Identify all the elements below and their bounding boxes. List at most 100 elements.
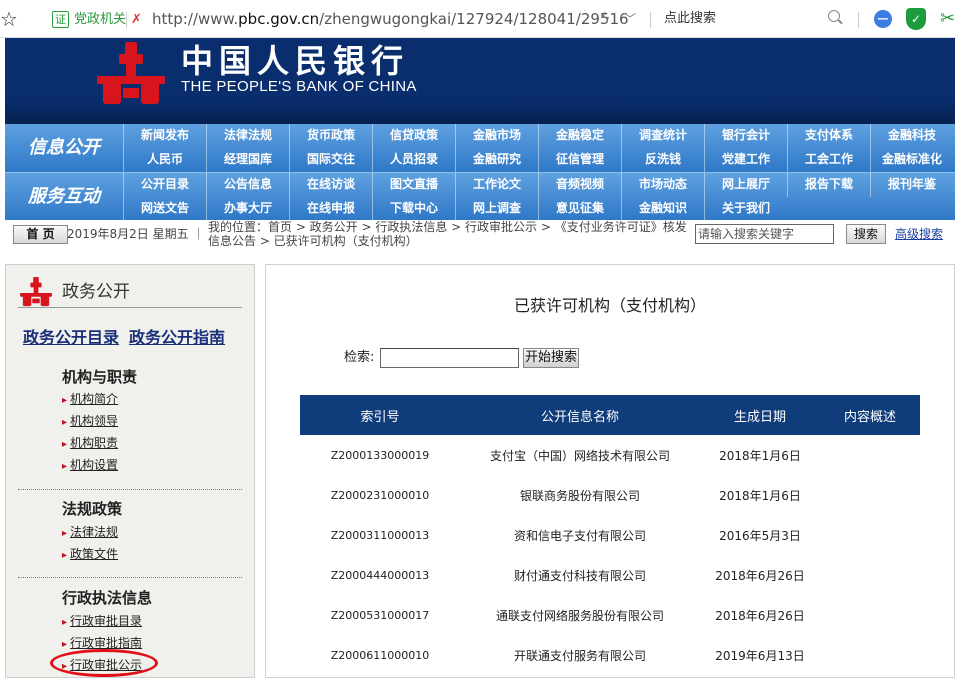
divider [858,12,859,28]
lightning-icon[interactable]: ϟ [601,9,610,29]
nav-item[interactable]: 征信管理 [538,148,621,172]
nav-item[interactable]: 公开目录 [123,173,206,197]
page-title: 已获许可机构（支付机构） [513,296,706,315]
highlight-circle [50,649,158,677]
nav-item[interactable]: 人民币 [123,148,206,172]
guide-link[interactable]: 政务公开指南 [129,328,225,347]
start-search-button[interactable]: 开始搜索 [523,348,579,368]
sidebar-link[interactable]: 机构简介 [62,391,118,409]
table-row[interactable]: Z2000611000010 开联通支付服务有限公司 2019年6月13日 [300,635,920,675]
nav-item[interactable]: 新闻发布 [123,124,206,148]
nav-item[interactable]: 公告信息 [206,173,289,197]
nav-item[interactable]: 意见征集 [538,197,621,221]
nav-item[interactable]: 金融稳定 [538,124,621,148]
zone-badge-icon: 证 [52,11,69,28]
name-cell[interactable]: 支付宝（中国）网络技术有限公司 [460,435,700,475]
nav-item[interactable]: 银行会计 [704,124,787,148]
nav-item[interactable]: 报刊年鉴 [870,173,953,197]
nav-item[interactable]: 在线申报 [289,197,372,221]
results-table: 索引号 公开信息名称 生成日期 内容概述 Z2000133000019 支付宝（… [300,395,920,675]
table-row[interactable]: Z2000311000013 资和信电子支付有限公司 2016年5月3日 [300,515,920,555]
site-search-button[interactable]: 搜索 [846,224,886,244]
sidebar-link[interactable]: 法律法规 [62,524,118,542]
site-search-input[interactable]: 请输入搜索关键字 [695,224,834,244]
nav-item[interactable]: 金融市场 [455,124,538,148]
sidebar-link[interactable]: 行政审批目录 [62,613,142,631]
nav-grid: 新闻发布 法律法规 货币政策 信贷政策 金融市场 金融稳定 调查统计 银行会计 … [123,124,955,172]
sidebar-link[interactable]: 机构设置 [62,457,118,475]
date-cell: 2016年5月3日 [719,528,801,543]
nav-item[interactable]: 关于我们 [704,197,787,221]
nav-item[interactable]: 金融知识 [621,197,704,221]
name-cell[interactable]: 财付通支付科技有限公司 [460,555,700,595]
table-row[interactable]: Z2000231000010 银联商务股份有限公司 2018年1月6日 [300,475,920,515]
nav-item[interactable]: 支付体系 [787,124,870,148]
nav-item[interactable]: 国际交往 [289,148,372,172]
nav-item[interactable]: 法律法规 [206,124,289,148]
nav-item[interactable]: 下载中心 [372,197,455,221]
nav-item[interactable]: 货币政策 [289,124,372,148]
nav-item[interactable]: 图文直播 [372,173,455,197]
url-field[interactable]: http://www.pbc.gov.cn/zhengwugongkai/127… [152,8,629,30]
date-cell: 2018年6月26日 [715,608,805,623]
bookmark-star-icon[interactable]: ☆ [0,8,18,30]
main-content: 已获许可机构（支付机构） 检索: 开始搜索 索引号 公开信息名称 生成日期 内容… [265,264,955,678]
section-heading: 法规政策 [62,500,123,518]
nav-item[interactable]: 人员招录 [372,148,455,172]
nav-item[interactable]: 办事大厅 [206,197,289,221]
search-icon[interactable] [828,10,840,22]
nav-category-info[interactable]: 信息公开 [5,124,123,172]
name-cell[interactable]: 资和信电子支付有限公司 [460,515,700,555]
zone-label: 党政机关 [74,12,127,27]
name-cell[interactable]: 银联商务股份有限公司 [460,475,700,515]
nav-category-service[interactable]: 服务互动 [5,173,123,221]
browser-search-box[interactable]: 点此搜索 [664,9,716,29]
left-sidebar: 政务公开 政务公开目录政务公开指南 机构与职责 机构简介 机构领导 机构职责 机… [5,264,255,678]
date-cell: 2018年6月26日 [715,568,805,583]
summary-cell [820,435,920,475]
nav-item[interactable]: 金融标准化 [870,148,953,172]
filter-input[interactable] [380,348,519,368]
summary-cell [820,635,920,675]
table-row[interactable]: Z2000531000017 通联支付网络服务股份有限公司 2018年6月26日 [300,595,920,635]
advanced-search-link[interactable]: 高级搜索 [895,226,943,242]
nav-service-row: 服务互动 公开目录 公告信息 在线访谈 图文直播 工作论文 音频视频 市场动态 … [5,172,955,221]
extension-icon[interactable]: ✂ [940,9,955,29]
table-row[interactable]: Z2000444000013 财付通支付科技有限公司 2018年6月26日 [300,555,920,595]
home-button[interactable]: 首 页 [13,225,68,244]
name-cell[interactable]: 通联支付网络服务股份有限公司 [460,595,700,635]
name-cell[interactable]: 开联通支付服务有限公司 [460,635,700,675]
nav-item[interactable]: 调查统计 [621,124,704,148]
adblock-icon[interactable]: − [874,10,892,28]
breadcrumb[interactable]: 我的位置：首页 > 政务公开 > 行政执法信息 > 行政审批公示 > 《支付业务… [208,220,698,248]
pbc-logo-icon [97,42,165,104]
column-header: 生成日期 [700,395,820,435]
nav-item[interactable]: 金融研究 [455,148,538,172]
blocked-icon[interactable]: ✗ [131,10,142,30]
nav-item[interactable]: 在线访谈 [289,173,372,197]
shield-icon[interactable]: ✓ [906,8,926,30]
chevron-down-icon[interactable]: ﹀ [624,9,636,29]
nav-item[interactable]: 党建工作 [704,148,787,172]
catalog-link[interactable]: 政务公开目录 [23,328,119,347]
nav-item[interactable]: 经理国库 [206,148,289,172]
sidebar-link[interactable]: 机构领导 [62,413,118,431]
column-header: 公开信息名称 [460,395,700,435]
nav-item[interactable]: 工会工作 [787,148,870,172]
nav-item[interactable]: 音频视频 [538,173,621,197]
sidebar-link[interactable]: 机构职责 [62,435,118,453]
sidebar-link[interactable]: 政策文件 [62,546,118,564]
nav-item[interactable]: 金融科技 [870,124,953,148]
nav-item[interactable]: 网上展厅 [704,173,787,197]
nav-item[interactable]: 网送文告 [123,197,206,221]
nav-item[interactable]: 网上调查 [455,197,538,221]
date-cell: 2019年6月13日 [715,648,805,663]
nav-item[interactable]: 报告下载 [787,173,870,197]
nav-item[interactable]: 信贷政策 [372,124,455,148]
nav-item[interactable]: 工作论文 [455,173,538,197]
index-cell: Z2000611000010 [330,648,430,662]
table-row[interactable]: Z2000133000019 支付宝（中国）网络技术有限公司 2018年1月6日 [300,435,920,475]
nav-item[interactable]: 反洗钱 [621,148,704,172]
nav-item[interactable]: 市场动态 [621,173,704,197]
nav-grid: 公开目录 公告信息 在线访谈 图文直播 工作论文 音频视频 市场动态 网上展厅 … [123,173,955,221]
